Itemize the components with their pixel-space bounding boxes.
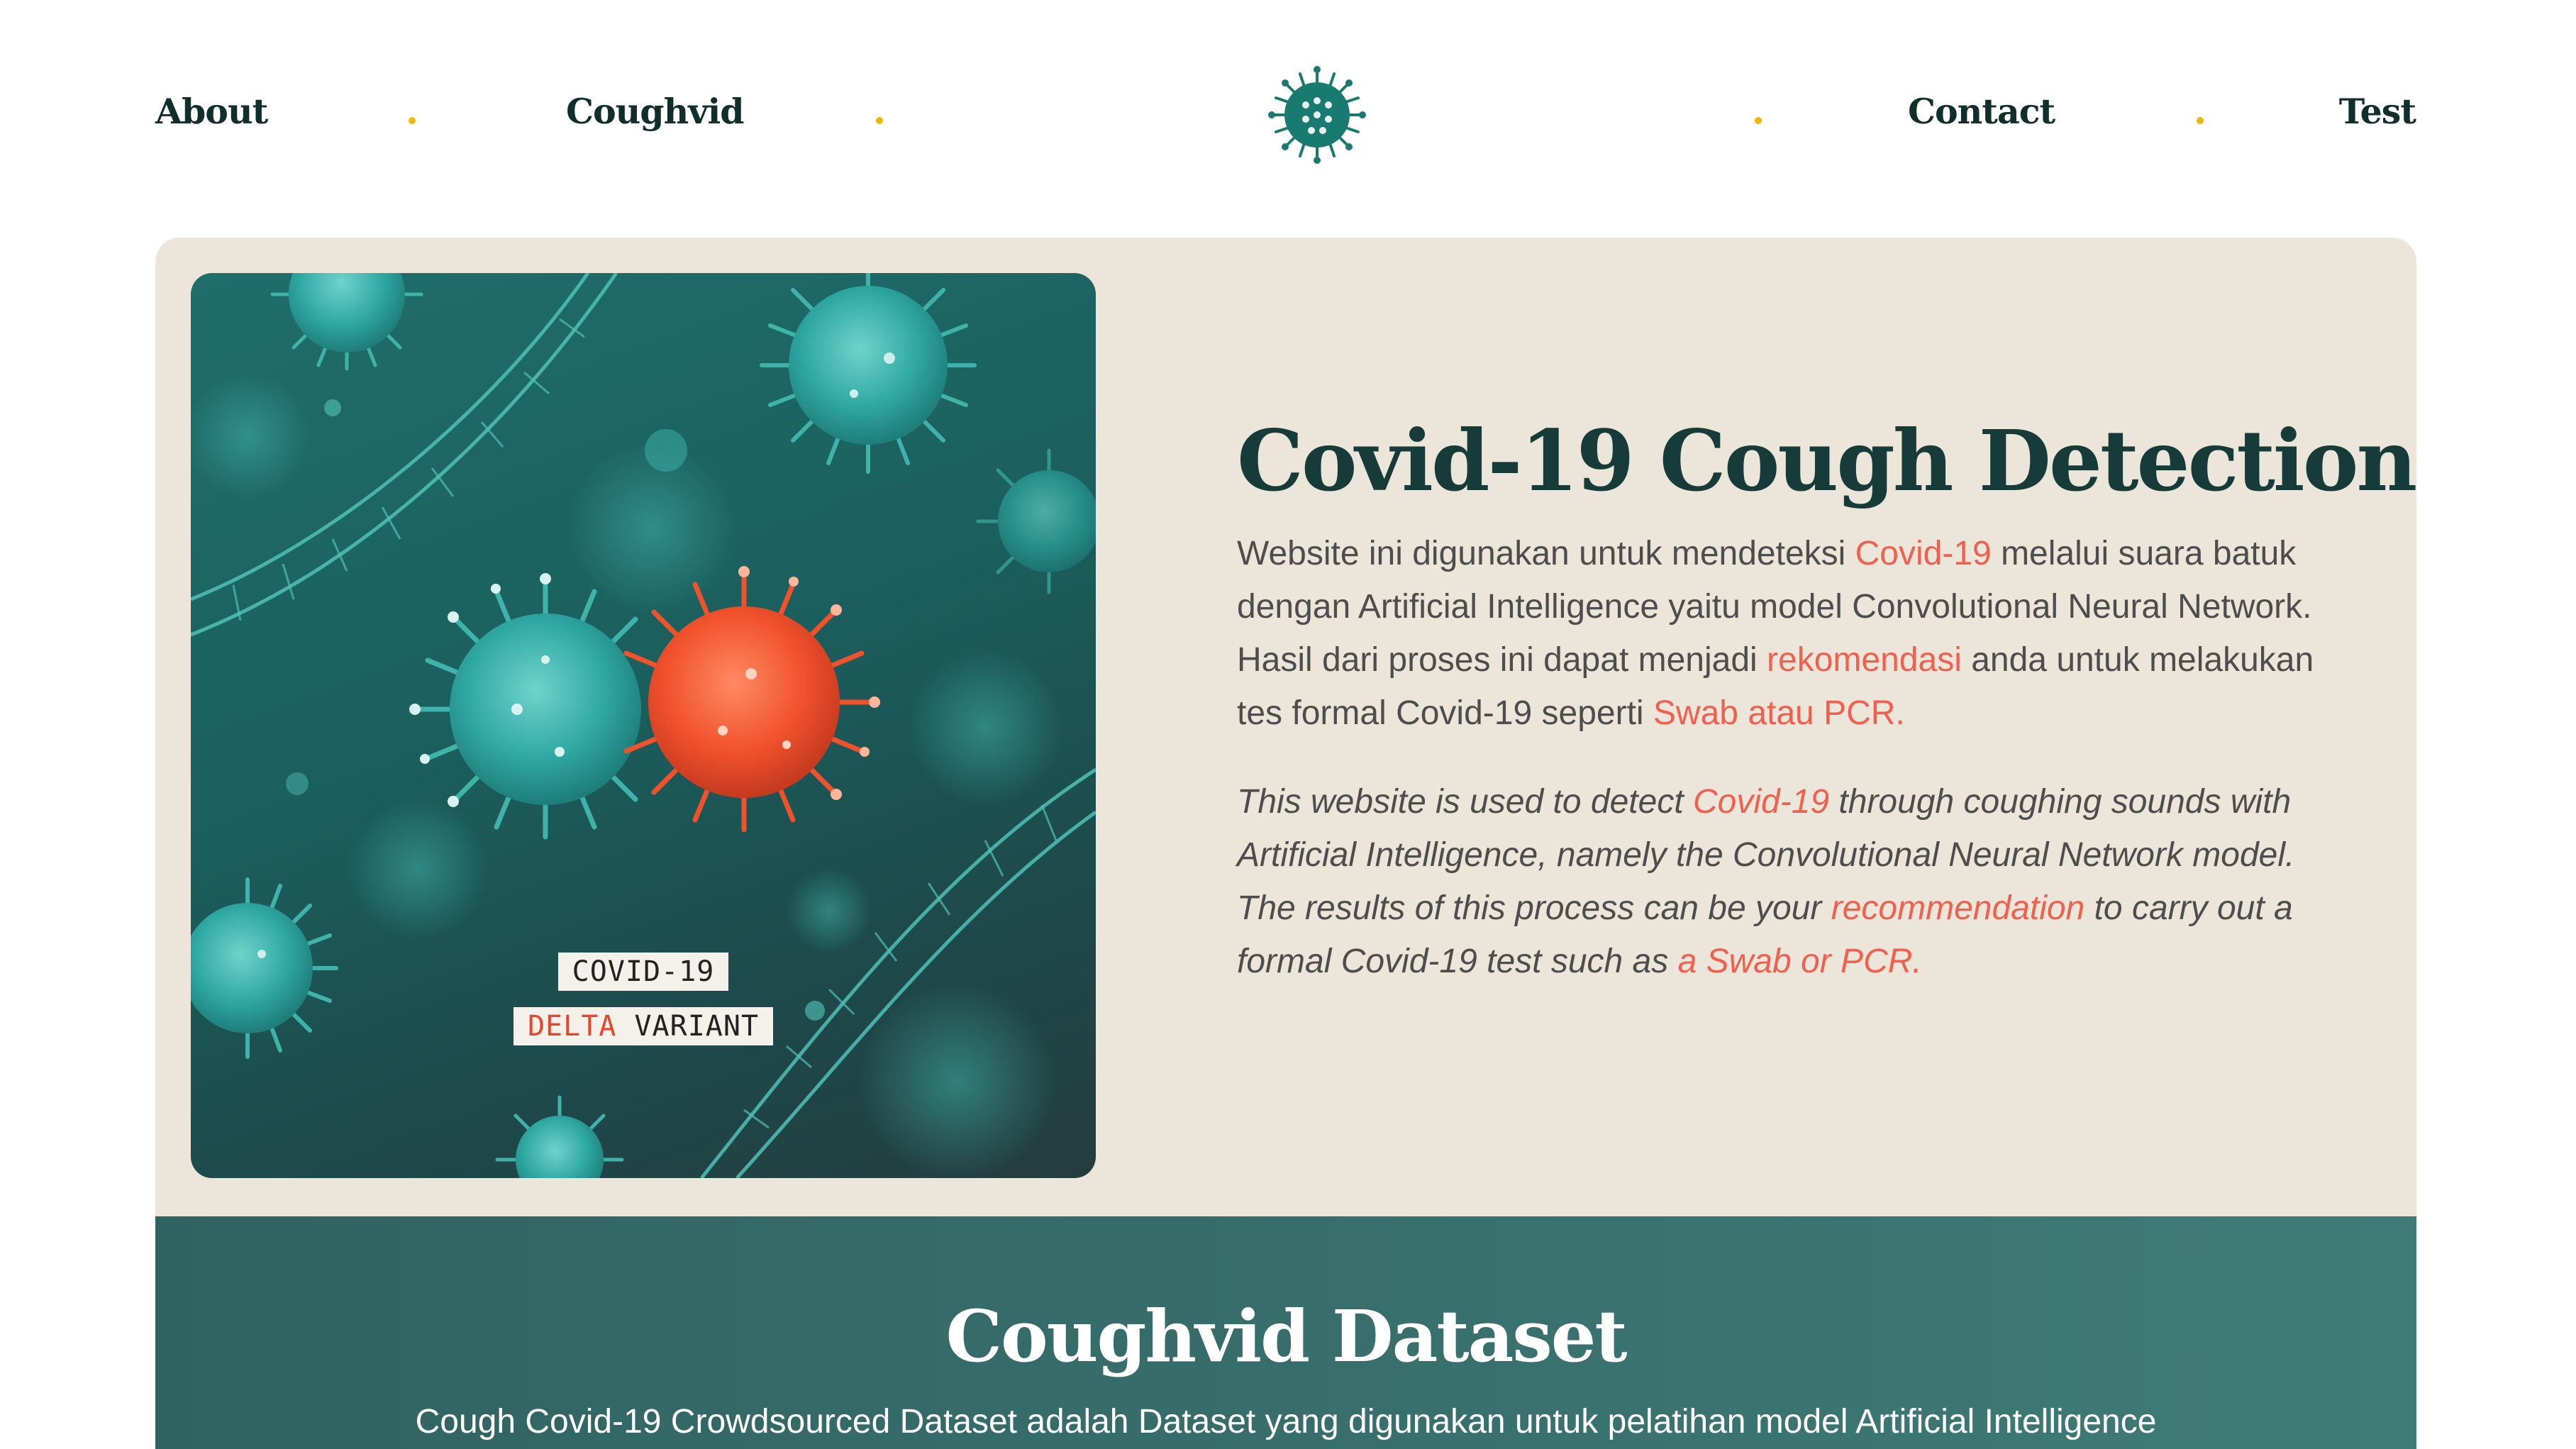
nav-separator-dot [1755,117,1762,124]
nav-link-contact[interactable]: Contact [1908,91,2055,132]
dataset-description: Cough Covid-19 Crowdsourced Dataset adal… [415,1403,2157,1440]
page-title: Covid-19 Cough Detection [1237,411,2417,510]
nav-link-coughvid[interactable]: Coughvid [566,91,745,132]
nav-separator-dot [2197,117,2204,124]
top-navigation: About Coughvid Contact Test [0,0,2576,227]
covid-delta-variant-illustration: COVID-19 DELTA VARIANT [191,273,1096,1178]
nav-link-about[interactable]: About [155,91,268,132]
covid-label: COVID-19 [191,953,1096,991]
hero-text-block: Covid-19 Cough Detection Website ini dig… [1237,411,2417,1023]
nav-separator-dot [409,117,416,124]
dataset-title: Coughvid Dataset [945,1294,1627,1378]
description-indonesian: Website ini digunakan untuk mendeteksi C… [1237,534,2314,732]
nav-separator-dot [876,117,883,124]
hero-section: COVID-19 DELTA VARIANT Covid-19 Cough De… [155,238,2417,1216]
description-english: This website is used to detect Covid-19 … [1237,782,2295,980]
nav-link-test[interactable]: Test [2339,91,2416,132]
dataset-section: Coughvid Dataset Cough Covid-19 Crowdsou… [155,1216,2416,1449]
delta-variant-label: DELTA VARIANT [191,1007,1096,1045]
virus-icon[interactable] [1266,64,1368,166]
